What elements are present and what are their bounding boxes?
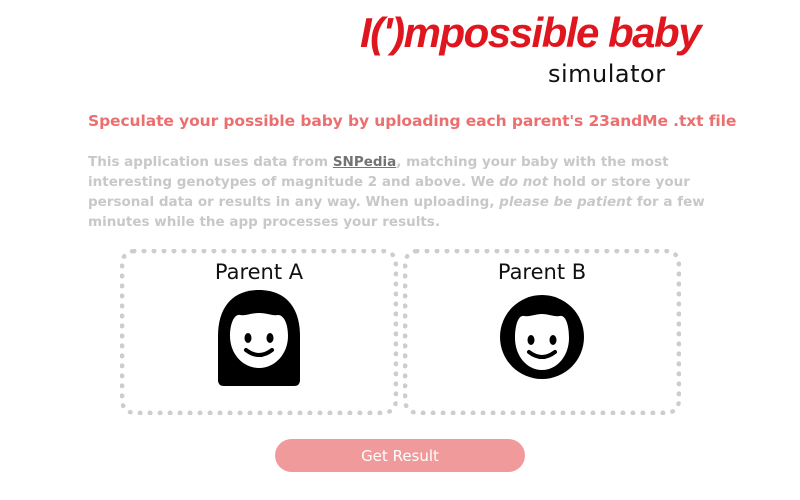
page-headline: Speculate your possible baby by uploadin… [88,112,737,130]
intro-text: This application uses data from SNPedia,… [88,152,728,232]
man-face-icon [500,295,584,379]
parent-b-label: Parent B [497,260,587,284]
parent-a-upload-box[interactable]: Parent A [120,249,398,415]
parent-a-label: Parent A [214,260,304,284]
get-result-button[interactable]: Get Result [275,439,525,472]
parent-b-upload-box[interactable]: Parent B [403,249,681,415]
app-logo: I(')mpossible baby simulator [348,8,708,90]
intro-emphasis-2: please be patient [499,194,633,210]
intro-part-1: This application uses data from [88,154,333,170]
woman-face-icon [218,290,300,386]
logo-title: I(')mpossible baby [360,9,702,56]
intro-emphasis-1: do not [499,174,549,190]
snpedia-link[interactable]: SNPedia [333,154,396,170]
logo-subtitle: simulator [548,60,666,88]
